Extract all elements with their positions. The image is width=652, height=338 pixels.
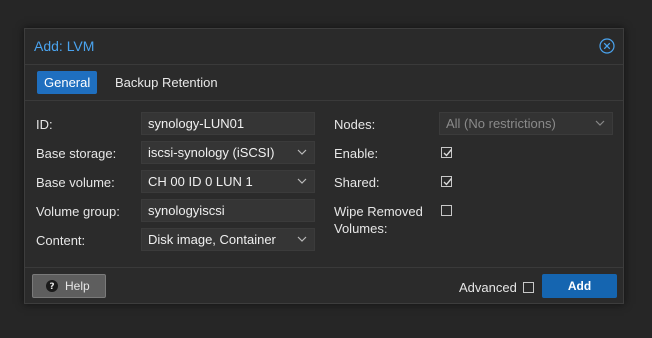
volume-group-field[interactable]: synologyiscsi bbox=[141, 199, 315, 222]
advanced-label: Advanced bbox=[459, 280, 517, 295]
id-field[interactable]: synology-LUN01 bbox=[141, 112, 315, 135]
volume-group-label: Volume group: bbox=[36, 204, 120, 219]
checkmark-icon bbox=[443, 178, 453, 186]
chevron-down-icon bbox=[297, 149, 307, 155]
volume-group-value: synologyiscsi bbox=[148, 203, 225, 218]
add-button[interactable]: Add bbox=[542, 274, 617, 298]
base-storage-label: Base storage: bbox=[36, 146, 117, 161]
add-lvm-dialog: Add: LVM General Backup Retention ID: sy… bbox=[24, 28, 624, 304]
dialog-footer: ? Help Advanced Add bbox=[25, 267, 623, 305]
nodes-value: All (No restrictions) bbox=[446, 116, 556, 131]
checkmark-icon bbox=[443, 149, 453, 157]
shared-label: Shared: bbox=[334, 175, 380, 190]
content-select[interactable]: Disk image, Container bbox=[141, 228, 315, 251]
advanced-checkbox[interactable] bbox=[523, 282, 534, 293]
base-storage-value: iscsi-synology (iSCSI) bbox=[148, 145, 275, 160]
help-label: Help bbox=[65, 279, 90, 293]
base-volume-value: CH 00 ID 0 LUN 1 bbox=[148, 174, 253, 189]
nodes-label: Nodes: bbox=[334, 117, 376, 132]
base-volume-select[interactable]: CH 00 ID 0 LUN 1 bbox=[141, 170, 315, 193]
id-label: ID: bbox=[36, 117, 53, 132]
tab-bar: General Backup Retention bbox=[25, 65, 623, 101]
chevron-down-icon bbox=[595, 120, 605, 126]
wipe-removed-label-line2: Volumes: bbox=[334, 221, 388, 236]
content-value: Disk image, Container bbox=[148, 232, 276, 247]
close-icon[interactable] bbox=[599, 38, 615, 54]
wipe-removed-checkbox[interactable] bbox=[441, 205, 452, 216]
base-volume-label: Base volume: bbox=[36, 175, 115, 190]
dialog-title: Add: LVM bbox=[34, 38, 95, 54]
id-value: synology-LUN01 bbox=[148, 116, 245, 131]
shared-checkbox[interactable] bbox=[441, 176, 453, 187]
chevron-down-icon bbox=[297, 236, 307, 242]
question-circle-icon: ? bbox=[46, 280, 58, 292]
nodes-select[interactable]: All (No restrictions) bbox=[439, 112, 613, 135]
dialog-titlebar: Add: LVM bbox=[25, 29, 623, 65]
content-label: Content: bbox=[36, 233, 86, 248]
tab-backup-retention[interactable]: Backup Retention bbox=[108, 71, 225, 94]
tab-general[interactable]: General bbox=[37, 71, 98, 94]
wipe-removed-label-line1: Wipe Removed bbox=[334, 204, 423, 219]
enable-label: Enable: bbox=[334, 146, 379, 161]
svg-text:?: ? bbox=[49, 282, 54, 292]
chevron-down-icon bbox=[297, 178, 307, 184]
enable-checkbox[interactable] bbox=[441, 147, 453, 158]
help-button[interactable]: ? Help bbox=[32, 274, 106, 298]
base-storage-select[interactable]: iscsi-synology (iSCSI) bbox=[141, 141, 315, 164]
